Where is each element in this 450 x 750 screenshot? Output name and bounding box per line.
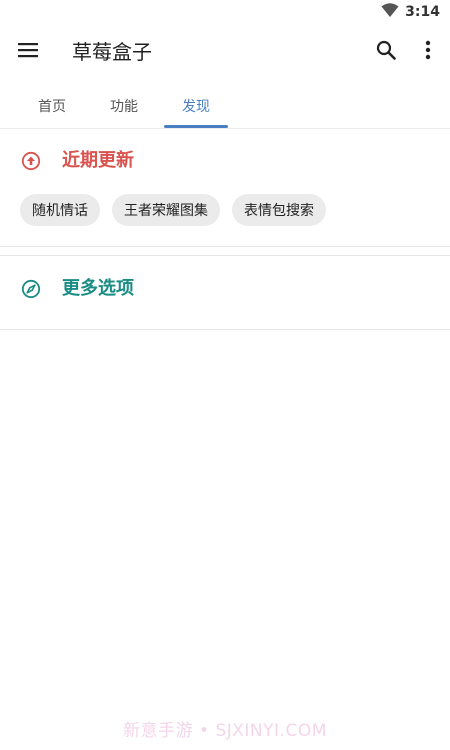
app-title: 草莓盒子 [72,40,152,64]
more-options-header: 更多选项 [0,276,450,304]
wifi-icon [381,2,399,22]
tabs-divider [0,128,450,129]
more-vert-icon [425,40,431,64]
chip-sticker-search[interactable]: 表情包搜索 [232,194,326,226]
section-divider [0,329,450,330]
recent-updates-section: 近期更新 随机情话 王者荣耀图集 表情包搜索 [0,148,450,246]
compass-icon [21,279,41,299]
chip-random-love-words[interactable]: 随机情话 [20,194,100,226]
recent-updates-header: 近期更新 [0,148,450,176]
app-bar: 草莓盒子 [0,24,450,80]
section-divider [0,246,450,247]
watermark: 新意手游 • SJXINYI.COM [123,721,327,741]
status-bar: 3:14 [0,0,450,24]
tab-features[interactable]: 功能 [92,84,156,128]
chip-honor-of-kings-gallery[interactable]: 王者荣耀图集 [112,194,220,226]
status-time: 3:14 [405,4,440,20]
search-icon [376,40,396,64]
section-divider [0,255,450,256]
search-button[interactable] [372,38,400,66]
tab-home[interactable]: 首页 [20,84,84,128]
more-options-section[interactable]: 更多选项 [0,276,450,330]
menu-icon [18,42,38,62]
more-options-button[interactable] [414,38,442,66]
tab-discover[interactable]: 发现 [164,84,228,128]
recent-updates-title: 近期更新 [62,150,134,171]
tab-bar: 首页 功能 发现 [0,84,450,128]
arrow-up-circle-icon [21,151,41,171]
menu-button[interactable] [14,38,42,66]
recent-chips: 随机情话 王者荣耀图集 表情包搜索 [20,194,326,226]
more-options-title: 更多选项 [62,278,134,299]
